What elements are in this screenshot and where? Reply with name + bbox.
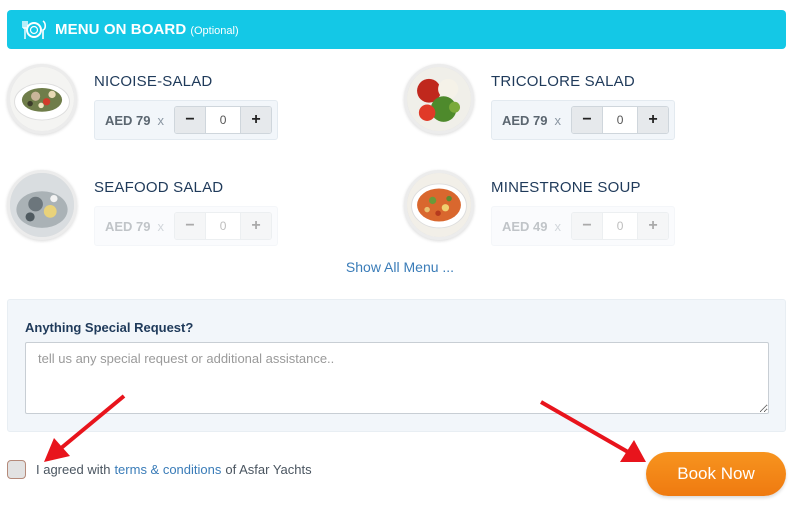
times-symbol: x	[554, 218, 562, 234]
terms-agreement-row: I agreed with terms & conditions of Asfa…	[7, 460, 312, 479]
item-price: AED 79	[502, 112, 548, 128]
quantity-input[interactable]	[205, 213, 242, 239]
nicoise-salad-image	[7, 64, 77, 134]
tricolore-salad-image	[404, 64, 474, 134]
quantity-selector: AED 49 x − +	[491, 206, 675, 246]
minestrone-soup-image	[404, 170, 474, 240]
menu-item-seafood-salad: SEAFOOD SALAD AED 79 x − +	[7, 170, 387, 260]
increase-button[interactable]: +	[638, 213, 669, 239]
item-price: AED 49	[502, 218, 548, 234]
special-request-label: Anything Special Request?	[25, 320, 194, 335]
item-name: NICOISE-SALAD	[94, 73, 213, 90]
menu-item-tricolore-salad: TRICOLORE SALAD AED 79 x − +	[404, 64, 784, 154]
menu-item-minestrone-soup: MINESTRONE SOUP AED 49 x − +	[404, 170, 784, 260]
quantity-stepper: − +	[174, 212, 273, 240]
increase-button[interactable]: +	[241, 213, 272, 239]
quantity-selector: AED 79 x − +	[94, 206, 278, 246]
book-now-button[interactable]: Book Now	[646, 452, 786, 496]
item-price: AED 79	[105, 218, 151, 234]
times-symbol: x	[157, 112, 165, 128]
agree-prefix-text: I agreed with	[36, 462, 111, 477]
quantity-input[interactable]	[602, 107, 639, 133]
optional-label: (Optional)	[190, 24, 239, 37]
increase-button[interactable]: +	[241, 107, 272, 133]
special-request-textarea[interactable]	[25, 342, 769, 414]
menu-title: MENU ON BOARD	[55, 21, 187, 38]
quantity-stepper: − +	[571, 212, 670, 240]
times-symbol: x	[554, 112, 562, 128]
decrease-button[interactable]: −	[572, 107, 603, 133]
terms-link[interactable]: terms & conditions	[114, 462, 221, 477]
agree-suffix-text: of Asfar Yachts	[225, 462, 312, 477]
cutlery-plate-icon	[21, 19, 47, 41]
quantity-selector: AED 79 x − +	[94, 100, 278, 140]
decrease-button[interactable]: −	[175, 107, 206, 133]
times-symbol: x	[157, 218, 165, 234]
increase-button[interactable]: +	[638, 107, 669, 133]
menu-item-nicoise-salad: NICOISE-SALAD AED 79 x − +	[7, 64, 387, 154]
decrease-button[interactable]: −	[572, 213, 603, 239]
quantity-selector: AED 79 x − +	[491, 100, 675, 140]
quantity-input[interactable]	[602, 213, 639, 239]
special-request-panel: Anything Special Request?	[7, 299, 786, 432]
terms-checkbox[interactable]	[7, 460, 26, 479]
item-name: MINESTRONE SOUP	[491, 179, 641, 196]
menu-on-board-header: MENU ON BOARD (Optional)	[7, 10, 786, 49]
quantity-stepper: − +	[571, 106, 670, 134]
quantity-input[interactable]	[205, 107, 242, 133]
show-all-menu-link[interactable]: Show All Menu ...	[0, 259, 800, 275]
item-name: TRICOLORE SALAD	[491, 73, 635, 90]
item-name: SEAFOOD SALAD	[94, 179, 224, 196]
item-price: AED 79	[105, 112, 151, 128]
seafood-salad-image	[7, 170, 77, 240]
quantity-stepper: − +	[174, 106, 273, 134]
decrease-button[interactable]: −	[175, 213, 206, 239]
